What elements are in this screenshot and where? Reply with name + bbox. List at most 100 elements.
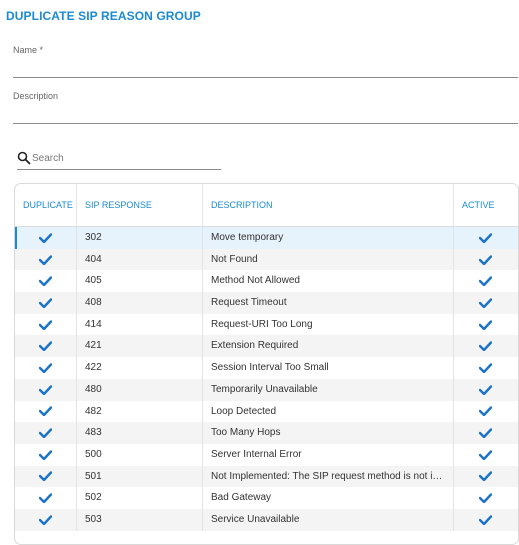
description-cell: Request-URI Too Long <box>203 313 454 336</box>
active-cell[interactable] <box>454 466 518 488</box>
description-cell: Not Found <box>203 248 454 271</box>
description-cell: Not Implemented: The SIP request method … <box>203 465 454 488</box>
duplicate-cell[interactable] <box>15 487 77 509</box>
check-icon <box>39 384 52 395</box>
table-row[interactable]: 483 Too Many Hops <box>15 422 518 444</box>
check-icon <box>39 276 52 287</box>
sip-response-cell: 503 <box>77 508 203 531</box>
table-row[interactable]: 421 Extension Required <box>15 335 518 358</box>
column-header-active[interactable]: ACTIVE <box>454 184 518 226</box>
active-cell[interactable] <box>454 357 518 379</box>
page-title: DUPLICATE SIP REASON GROUP <box>6 9 201 23</box>
table-row[interactable]: 405 Method Not Allowed <box>15 270 518 293</box>
active-cell[interactable] <box>454 335 518 357</box>
check-icon <box>39 298 52 308</box>
check-icon <box>479 276 492 287</box>
check-icon <box>39 450 52 460</box>
check-icon <box>479 319 492 330</box>
duplicate-cell[interactable] <box>15 248 77 271</box>
table-row[interactable]: 302 Move temporary <box>15 227 518 249</box>
sip-response-cell: 483 <box>77 422 203 444</box>
active-cell[interactable] <box>454 314 518 336</box>
sip-response-cell: 414 <box>77 313 203 336</box>
active-cell[interactable] <box>454 227 518 249</box>
sip-response-cell: 408 <box>77 292 203 314</box>
check-icon <box>479 254 492 265</box>
table-row[interactable]: 408 Request Timeout <box>15 292 518 314</box>
active-cell[interactable] <box>454 401 518 423</box>
check-icon <box>479 406 492 417</box>
duplicate-cell[interactable] <box>15 465 77 488</box>
table-body: 302 Move temporary 404 Not Found 405 Method N… <box>15 227 518 531</box>
duplicate-cell[interactable] <box>15 422 77 444</box>
name-field[interactable] <box>13 77 518 78</box>
duplicate-cell[interactable] <box>15 227 77 249</box>
active-cell[interactable] <box>454 509 518 531</box>
check-icon <box>479 493 492 504</box>
table-row[interactable]: 414 Request-URI Too Long <box>15 313 518 336</box>
description-cell: Too Many Hops <box>203 422 454 444</box>
description-cell: Session Interval Too Small <box>203 357 454 379</box>
sip-response-cell: 482 <box>77 400 203 423</box>
column-header-sip-response[interactable]: SIP RESPONSE <box>77 184 203 226</box>
active-cell[interactable] <box>454 487 518 509</box>
description-label: Description <box>13 91 59 101</box>
sip-response-cell: 302 <box>77 227 203 249</box>
table-row[interactable]: 503 Service Unavailable <box>15 508 518 531</box>
check-icon <box>479 450 492 460</box>
column-header-description[interactable]: DESCRIPTION <box>203 184 454 226</box>
duplicate-cell[interactable] <box>15 400 77 423</box>
active-cell[interactable] <box>454 292 518 314</box>
table-row[interactable]: 480 Temporarily Unavailable <box>15 378 518 401</box>
description-cell: Service Unavailable <box>203 508 454 531</box>
active-cell[interactable] <box>454 379 518 401</box>
description-field[interactable] <box>13 123 518 124</box>
duplicate-cell[interactable] <box>15 443 77 466</box>
sip-response-cell: 405 <box>77 270 203 293</box>
search-icon <box>17 151 31 165</box>
duplicate-cell[interactable] <box>15 335 77 358</box>
sip-response-cell: 421 <box>77 335 203 358</box>
duplicate-cell[interactable] <box>15 292 77 314</box>
sip-response-cell: 422 <box>77 357 203 379</box>
check-icon <box>479 298 492 308</box>
search-input[interactable] <box>32 150 217 166</box>
check-icon <box>39 515 52 525</box>
sip-response-cell: 404 <box>77 248 203 271</box>
description-cell: Bad Gateway <box>203 487 454 509</box>
duplicate-cell[interactable] <box>15 508 77 531</box>
table-row[interactable]: 482 Loop Detected <box>15 400 518 423</box>
table-row[interactable]: 500 Server Internal Error <box>15 443 518 466</box>
description-cell: Server Internal Error <box>203 443 454 466</box>
check-icon <box>39 363 52 373</box>
active-cell[interactable] <box>454 270 518 292</box>
column-header-duplicate[interactable]: DUPLICATE <box>15 184 77 226</box>
active-cell[interactable] <box>454 444 518 466</box>
table-row[interactable]: 502 Bad Gateway <box>15 487 518 509</box>
table-row[interactable]: 404 Not Found <box>15 248 518 271</box>
duplicate-cell[interactable] <box>15 313 77 336</box>
check-icon <box>39 233 52 243</box>
duplicate-cell[interactable] <box>15 357 77 379</box>
description-cell: Temporarily Unavailable <box>203 378 454 401</box>
sip-response-cell: 501 <box>77 465 203 488</box>
description-cell: Method Not Allowed <box>203 270 454 293</box>
sip-reason-table: DUPLICATE SIP RESPONSE DESCRIPTION ACTIV… <box>14 183 519 545</box>
table-row[interactable]: 422 Session Interval Too Small <box>15 357 518 379</box>
check-icon <box>39 493 52 504</box>
search-box[interactable] <box>17 149 221 170</box>
check-icon <box>479 515 492 525</box>
duplicate-cell[interactable] <box>15 378 77 401</box>
sip-response-cell: 500 <box>77 443 203 466</box>
check-icon <box>479 363 492 373</box>
check-icon <box>39 341 52 352</box>
table-row[interactable]: 501 Not Implemented: The SIP request meth… <box>15 465 518 488</box>
duplicate-cell[interactable] <box>15 270 77 293</box>
name-label: Name * <box>13 45 44 55</box>
description-cell: Move temporary <box>203 227 454 249</box>
active-cell[interactable] <box>454 249 518 271</box>
sip-response-cell: 502 <box>77 487 203 509</box>
active-cell[interactable] <box>454 422 518 444</box>
description-cell: Extension Required <box>203 335 454 358</box>
check-icon <box>479 471 492 482</box>
